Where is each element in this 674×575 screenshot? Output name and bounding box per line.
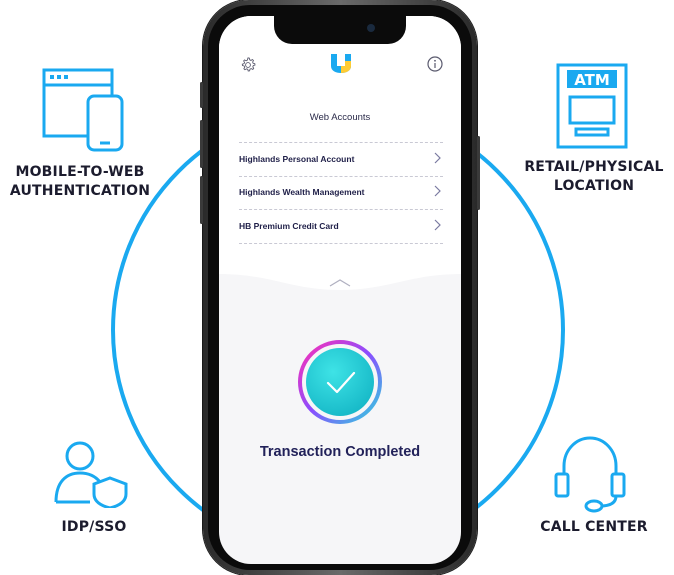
account-label: Highlands Personal Account — [239, 154, 355, 164]
panel-curve — [219, 268, 461, 290]
account-row[interactable]: HB Premium Credit Card — [239, 210, 443, 244]
web-accounts-title: Web Accounts — [309, 112, 371, 123]
illustration: MOBILE-TO-WEB AUTHENTICATION ATM RETAIL/… — [0, 0, 674, 575]
account-label: Highlands Wealth Management — [239, 187, 365, 197]
checkmark-icon — [298, 340, 382, 424]
volume-down-button — [200, 176, 203, 224]
transaction-status: Transaction Completed — [259, 444, 421, 460]
hypr-logo-icon — [331, 54, 351, 73]
retail-line2: LOCATION — [553, 178, 635, 194]
call-center-label: CALL CENTER — [540, 519, 648, 535]
account-row[interactable]: Highlands Personal Account — [239, 142, 443, 177]
user-shield-icon — [54, 441, 128, 508]
front-camera — [367, 24, 375, 32]
browser-phone-icon — [42, 68, 124, 152]
mute-switch — [200, 82, 203, 108]
phone-notch — [274, 16, 406, 44]
chevron-up-icon[interactable] — [328, 278, 352, 288]
chevron-right-icon — [434, 152, 441, 164]
phone-screen: Web Accounts Highlands Personal Account … — [219, 16, 461, 564]
gear-icon[interactable] — [239, 56, 257, 74]
chevron-right-icon — [434, 219, 441, 231]
retail-line1: RETAIL/PHYSICAL — [524, 159, 664, 175]
idp-label: IDP/SSO — [61, 519, 127, 535]
mobile-to-web-label: MOBILE-TO-WEB AUTHENTICATION — [0, 163, 160, 201]
retail-label: RETAIL/PHYSICAL LOCATION — [514, 158, 674, 196]
account-label: HB Premium Credit Card — [239, 221, 339, 231]
info-icon[interactable] — [427, 56, 443, 72]
mobile-to-web-line1: MOBILE-TO-WEB — [15, 164, 145, 180]
atm-text: ATM — [574, 71, 610, 89]
headset-icon — [554, 436, 626, 513]
mobile-to-web-line2: AUTHENTICATION — [9, 183, 151, 199]
atm-icon: ATM — [556, 63, 628, 149]
volume-up-button — [200, 120, 203, 168]
phone-device: Web Accounts Highlands Personal Account … — [200, 0, 480, 575]
account-row[interactable]: Highlands Wealth Management — [239, 176, 443, 210]
power-button — [477, 136, 480, 210]
web-accounts-panel: Web Accounts Highlands Personal Account … — [219, 98, 461, 268]
chevron-right-icon — [434, 185, 441, 197]
